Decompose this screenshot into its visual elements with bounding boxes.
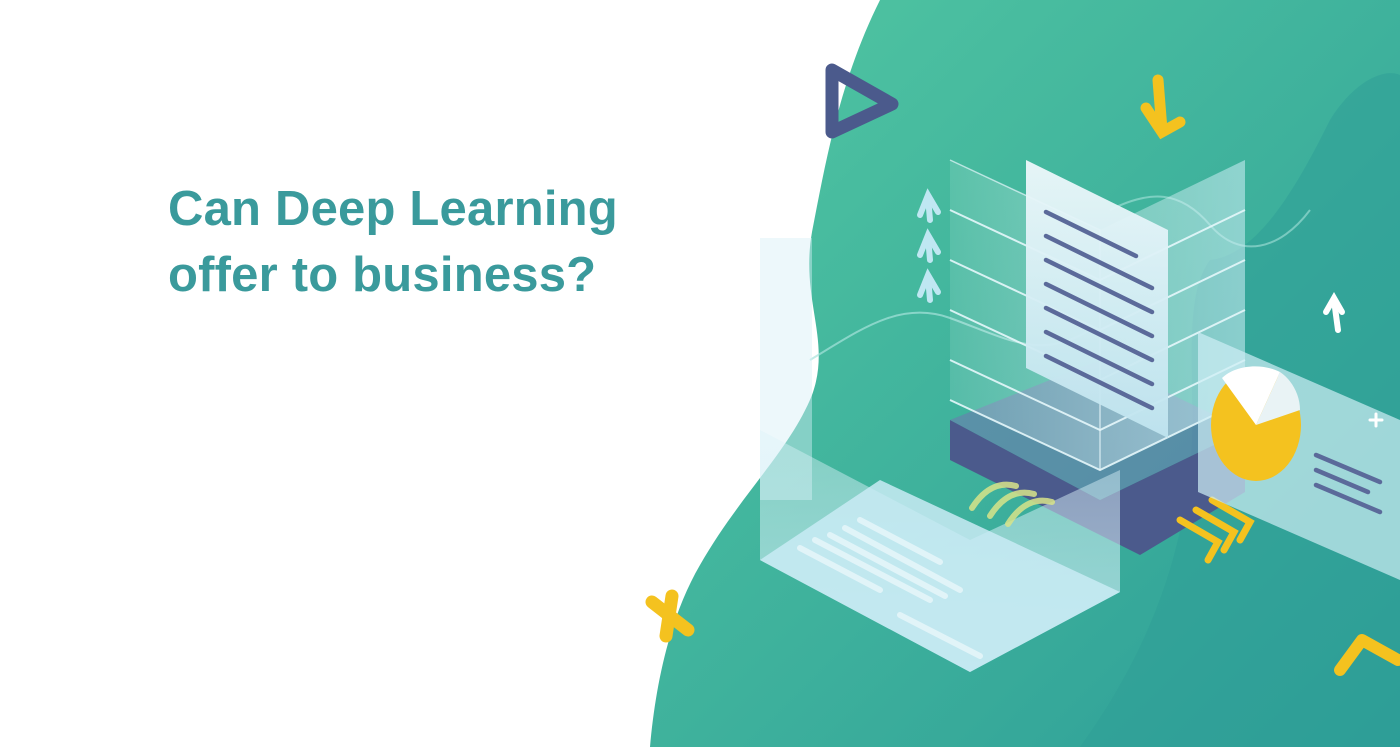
hero-banner: Can Deep Learning offer to business? bbox=[0, 0, 1400, 747]
up-arrow-icon bbox=[917, 188, 941, 303]
deep-learning-illustration bbox=[645, 0, 1400, 747]
